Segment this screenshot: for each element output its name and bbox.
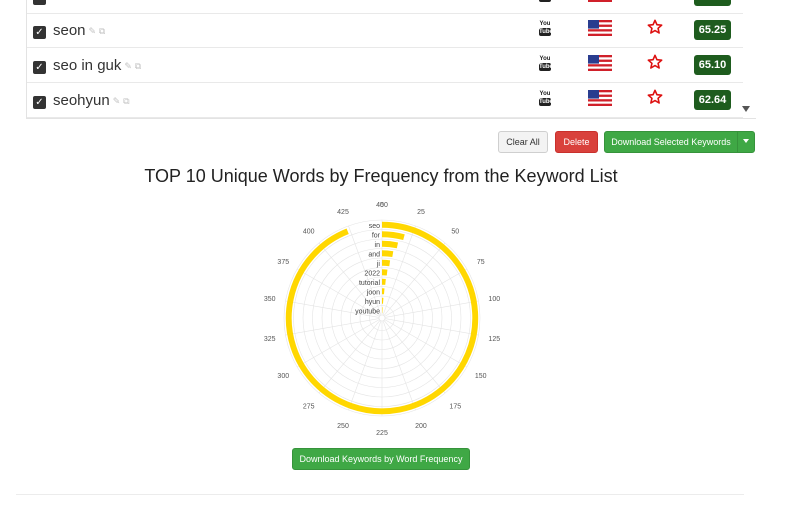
axis-tick-label: 150: [475, 373, 487, 380]
axis-tick-label: 125: [488, 336, 500, 343]
keyword-label[interactable]: seon: [53, 22, 86, 39]
grid-spoke: [318, 320, 381, 394]
youtube-icon-top: You: [539, 21, 551, 27]
axis-tick-label: 75: [477, 259, 485, 266]
grid-ring: [378, 314, 386, 322]
bar-for: [381, 231, 405, 241]
keyword-checkbox[interactable]: ✓: [33, 0, 46, 5]
axis-tick-label: 25: [417, 209, 425, 216]
bar-in: [381, 240, 399, 249]
keyword-score: 62.64: [694, 90, 731, 110]
axis-tick-label: 50: [451, 229, 459, 236]
keyword-checkbox[interactable]: ✓: [33, 96, 46, 109]
axis-tick-label: 250: [337, 423, 349, 430]
youtube-icon-top: You: [539, 56, 551, 62]
download-word-frequency-button[interactable]: Download Keywords by Word Frequency: [292, 448, 470, 470]
grid-spoke: [285, 318, 380, 336]
edit-link-icons[interactable]: ✎ ⧉: [124, 62, 141, 72]
youtube-icon-top: You: [539, 91, 551, 97]
keyword-row: ✓ seo in guk ✎ ⧉ You Tube 65.10: [27, 49, 743, 83]
edit-link-icons[interactable]: ✎ ⧉: [113, 97, 130, 107]
axis-tick-label: 350: [264, 296, 276, 303]
category-label: and: [368, 251, 380, 258]
caret-down-icon: [743, 139, 749, 143]
clear-all-button[interactable]: Clear All: [498, 131, 548, 153]
axis-tick-label: 450: [376, 202, 388, 209]
us-flag-icon[interactable]: [588, 20, 612, 36]
youtube-icon-bottom: Tube: [539, 98, 553, 106]
youtube-icon[interactable]: YouTube: [539, 91, 553, 106]
word-frequency-chart: 0 25 50 75 100 125 150 175 200 225 250 275 300 325 350…: [220, 200, 540, 440]
category-label: hyun: [365, 299, 380, 306]
keyword-checkbox[interactable]: ✓: [33, 61, 46, 74]
download-options-dropdown[interactable]: [737, 131, 755, 153]
axis-tick-label: 225: [376, 430, 388, 437]
star-icon[interactable]: [647, 19, 663, 35]
bar-ji: [381, 259, 391, 267]
scroll-down-icon[interactable]: [742, 106, 750, 112]
axis-tick-label: 425: [337, 209, 349, 216]
keyword-score: [694, 0, 731, 6]
youtube-icon-bottom: Tube: [539, 63, 553, 71]
delete-button[interactable]: Delete: [555, 131, 598, 153]
keyword-row: ✓ ✎ ⧉ YouTube: [27, 0, 743, 14]
edit-link-icons[interactable]: ✎ ⧉: [89, 27, 106, 37]
keyword-text[interactable]: seohyun ✎ ⧉: [53, 92, 130, 109]
us-flag-icon[interactable]: [588, 0, 612, 2]
grid-spoke: [383, 320, 446, 394]
star-icon[interactable]: [647, 0, 663, 1]
radial-bar-chart: 0255075100125150175200225250275300325350…: [264, 202, 500, 437]
category-label: youtube: [355, 308, 380, 315]
keyword-row: ✓ seon ✎ ⧉ You Tube 65.25: [27, 14, 743, 48]
category-label: in: [375, 242, 381, 249]
keyword-score: 65.10: [694, 55, 731, 75]
keyword-text[interactable]: seo in guk ✎ ⧉: [53, 57, 141, 74]
divider: [16, 494, 744, 495]
keyword-label[interactable]: seo in guk: [53, 57, 121, 74]
axis-tick-label: 175: [449, 403, 461, 410]
category-label: for: [372, 232, 381, 239]
keyword-list: ✓ ✎ ⧉ YouTube ✓ seon✎ ⧉ YouTube 65.25 ✓ …: [26, 0, 756, 119]
us-flag-icon[interactable]: [588, 55, 612, 71]
category-label: 2022: [364, 270, 380, 277]
grid-spoke: [383, 242, 446, 316]
axis-tick-label: 200: [415, 423, 427, 430]
keyword-row: ✓ seohyun ✎ ⧉ You Tube 62.64: [27, 84, 743, 118]
youtube-icon-bottom: Tube: [539, 28, 553, 36]
chart-title: TOP 10 Unique Words by Frequency from th…: [144, 166, 618, 186]
keyword-checkbox[interactable]: ✓: [33, 26, 46, 39]
youtube-icon-bottom: Tube: [539, 0, 553, 2]
us-flag-icon[interactable]: [588, 90, 612, 106]
axis-tick-label: 375: [277, 259, 289, 266]
axis-tick-label: 300: [277, 373, 289, 380]
star-icon[interactable]: [647, 54, 663, 70]
axis-tick-label: 100: [488, 296, 500, 303]
keyword-label[interactable]: seohyun: [53, 92, 110, 109]
grid-spoke: [384, 318, 479, 336]
axis-tick-label: 400: [303, 229, 315, 236]
youtube-icon[interactable]: YouTube: [539, 21, 553, 36]
download-selected-keywords-button[interactable]: Download Selected Keywords: [604, 131, 738, 153]
category-label: joon: [366, 289, 380, 296]
edit-link-icons[interactable]: ✎ ⧉: [56, 0, 73, 3]
axis-tick-label: 275: [303, 403, 315, 410]
youtube-icon[interactable]: YouTube: [539, 0, 553, 2]
category-label: tutorial: [359, 280, 380, 287]
category-label: seo: [369, 223, 380, 230]
youtube-icon[interactable]: YouTube: [539, 56, 553, 71]
keyword-score: 65.25: [694, 20, 731, 40]
star-icon[interactable]: [647, 89, 663, 105]
keyword-text[interactable]: seon ✎ ⧉: [53, 22, 105, 39]
bar-and: [381, 250, 394, 258]
keyword-text[interactable]: ✎ ⧉: [53, 0, 73, 5]
category-label: ji: [376, 261, 381, 268]
axis-tick-label: 325: [264, 336, 276, 343]
grid-spoke: [384, 300, 479, 318]
